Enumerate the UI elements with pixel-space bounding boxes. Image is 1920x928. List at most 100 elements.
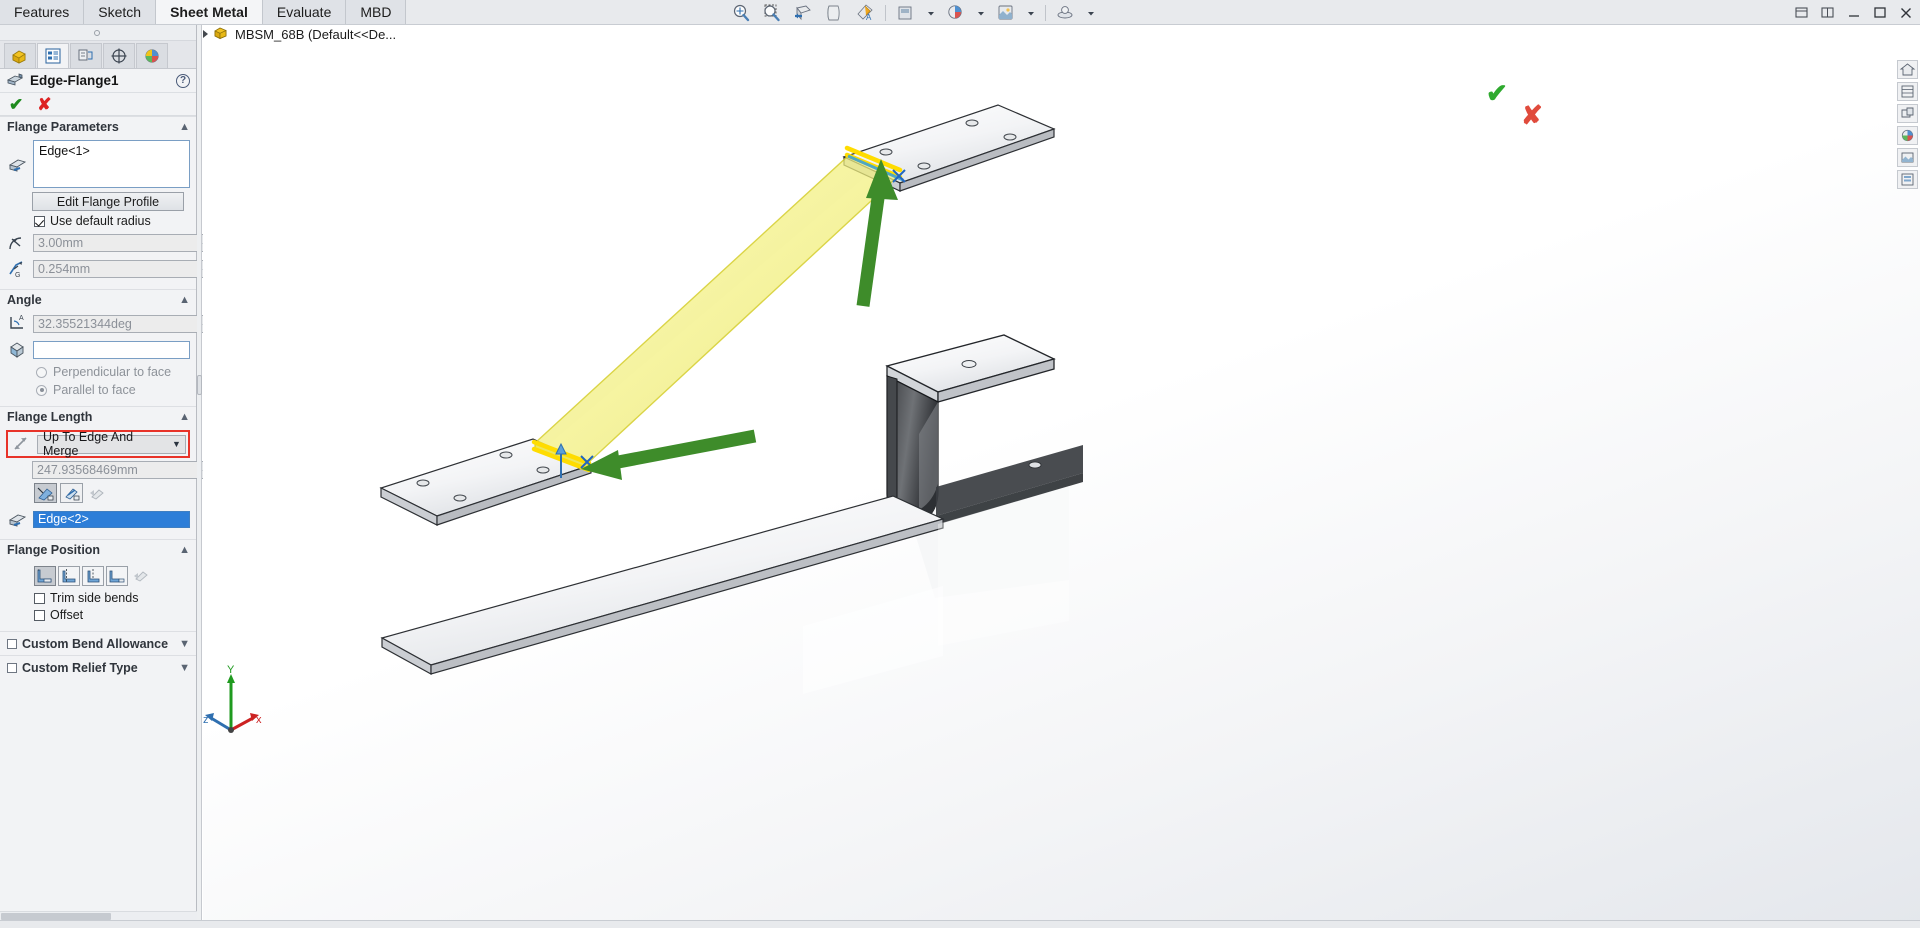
angle-row: A ▲▼ [6, 313, 237, 335]
tangent-bend-button[interactable] [86, 483, 109, 503]
flange-preview [533, 155, 899, 471]
chevron-down-icon-relief-type[interactable]: ▼ [179, 662, 190, 674]
panel-horizontal-scrollbar[interactable] [0, 911, 197, 920]
section-title-flange-length: Flange Length [7, 409, 93, 424]
parallel-to-face-label: Parallel to face [53, 383, 136, 397]
accept-button[interactable]: ✔ [9, 96, 23, 113]
edge-selection-box[interactable]: Edge<1> [33, 140, 190, 188]
view-orientation-icon[interactable] [823, 2, 845, 24]
section-header-flange-parameters[interactable]: Flange Parameters ▲ [0, 116, 196, 136]
view-orientation-home-icon[interactable] [1897, 60, 1918, 79]
section-header-custom-bend-allowance[interactable]: Custom Bend Allowance ▼ [0, 631, 196, 655]
feature-manager-tab[interactable] [4, 43, 36, 68]
restore-window-icon[interactable] [1794, 5, 1810, 21]
length-input[interactable] [33, 462, 198, 478]
use-default-radius-label: Use default radius [50, 214, 151, 228]
section-header-flange-length[interactable]: Flange Length ▲ [0, 406, 196, 426]
section-title-custom-relief-type: Custom Relief Type [22, 660, 138, 675]
cancel-button[interactable]: ✘ [37, 96, 51, 113]
zoom-to-fit-icon[interactable] [730, 2, 752, 24]
feature-tree-root-label[interactable]: MBSM_68B (Default<<De... [235, 27, 396, 42]
panel-splitter[interactable] [197, 25, 202, 928]
custom-relief-type-checkbox[interactable] [7, 662, 17, 673]
edit-appearance-icon[interactable] [945, 2, 967, 24]
feature-tree: MBSM_68B (Default<<De... [203, 24, 396, 44]
chevron-down-icon[interactable]: ▼ [168, 436, 185, 453]
end-condition-highlight: Up To Edge And Merge ▼ [6, 430, 190, 458]
view-shortcut-toolbar [1897, 60, 1918, 189]
section-body-angle: A ▲▼ [0, 309, 237, 406]
radio-perpendicular-to-face[interactable]: Perpendicular to face [36, 365, 190, 379]
zoom-to-area-icon[interactable] [761, 2, 783, 24]
radius-input[interactable] [34, 235, 199, 251]
panel-pin-icon[interactable] [94, 30, 100, 36]
material-inside-button[interactable] [34, 566, 56, 586]
hide-show-icon[interactable] [1897, 104, 1918, 123]
section-header-custom-relief-type[interactable]: Custom Relief Type ▼ [0, 655, 196, 679]
apply-scene-icon[interactable] [995, 2, 1017, 24]
length-field[interactable]: ▲▼ [32, 461, 212, 479]
splitter-grip[interactable] [197, 375, 202, 395]
split-window-icon[interactable] [1820, 5, 1836, 21]
inner-virtual-sharp-button[interactable] [60, 483, 83, 503]
tab-mbd[interactable]: MBD [346, 0, 407, 24]
angle-input[interactable] [34, 316, 199, 332]
radio-parallel-to-face[interactable]: Parallel to face [36, 383, 190, 397]
maximize-icon[interactable] [1872, 5, 1888, 21]
display-style-icon[interactable]: A [854, 2, 876, 24]
dimxpert-manager-tab[interactable] [103, 43, 135, 68]
offset-checkbox[interactable]: Offset [34, 608, 190, 622]
display-manager-tab[interactable] [136, 43, 168, 68]
configuration-manager-tab[interactable] [70, 43, 102, 68]
chevron-up-icon-angle[interactable]: ▲ [179, 294, 190, 306]
custom-bend-allowance-checkbox[interactable] [7, 638, 17, 649]
display-states-icon[interactable] [1897, 170, 1918, 189]
collapsed-triangle-icon[interactable] [203, 30, 208, 38]
scene-icon[interactable] [1897, 148, 1918, 167]
chevron-up-icon-length[interactable]: ▲ [179, 411, 190, 423]
gap-input[interactable] [34, 261, 199, 277]
appearance-dropdown-icon[interactable] [976, 2, 986, 24]
edit-flange-profile-button[interactable]: Edit Flange Profile [32, 192, 184, 211]
page-title: Edge-Flange1 [30, 73, 119, 88]
hide-show-dropdown-icon[interactable] [926, 2, 936, 24]
outer-virtual-sharp-button[interactable] [34, 483, 57, 503]
chevron-up-icon-position[interactable]: ▲ [179, 544, 190, 556]
scrollbar-thumb[interactable] [1, 913, 111, 920]
bend-outside-button[interactable] [82, 566, 104, 586]
help-icon[interactable]: ? [176, 73, 190, 88]
gap-field[interactable]: ▲▼ [33, 260, 213, 278]
close-icon[interactable] [1898, 5, 1914, 21]
origin-triad: Y x z [203, 664, 262, 733]
section-header-angle[interactable]: Angle ▲ [0, 289, 196, 309]
bend-from-virtual-sharp-button[interactable] [106, 566, 128, 586]
chevron-up-icon[interactable]: ▲ [179, 121, 190, 133]
angle-field[interactable]: ▲▼ [33, 315, 213, 333]
view-settings-dropdown-icon[interactable] [1086, 2, 1096, 24]
solidworks-window: Features Sketch Sheet Metal Evaluate MBD [0, 0, 1920, 928]
face-reference-field[interactable] [33, 341, 190, 359]
hide-show-items-icon[interactable] [895, 2, 917, 24]
chevron-down-icon-bend-allowance[interactable]: ▼ [179, 638, 190, 650]
tab-sketch[interactable]: Sketch [84, 0, 157, 24]
flange-position-buttons [34, 566, 190, 586]
use-default-radius-checkbox[interactable]: Use default radius [34, 214, 190, 228]
tangent-to-bend-button[interactable] [130, 566, 152, 586]
tab-evaluate[interactable]: Evaluate [262, 0, 347, 24]
material-outside-button[interactable] [58, 566, 80, 586]
minimize-icon[interactable] [1846, 5, 1862, 21]
length-edge-selection-box[interactable]: Edge<2> [33, 510, 190, 528]
appearances-icon[interactable] [1897, 126, 1918, 145]
tab-features[interactable]: Features [0, 0, 85, 24]
view-settings-icon[interactable] [1055, 2, 1077, 24]
graphics-area[interactable]: Y x z ✔ ✘ [203, 46, 1920, 928]
property-manager-tab[interactable] [37, 43, 69, 68]
scene-dropdown-icon[interactable] [1026, 2, 1036, 24]
trim-side-bends-checkbox[interactable]: Trim side bends [34, 591, 190, 605]
end-condition-dropdown[interactable]: Up To Edge And Merge ▼ [37, 430, 186, 458]
tab-sheet-metal[interactable]: Sheet Metal [156, 0, 263, 24]
radius-field[interactable]: ▲▼ [33, 234, 213, 252]
section-header-flange-position[interactable]: Flange Position ▲ [0, 539, 196, 559]
display-pane-icon[interactable] [1897, 82, 1918, 101]
section-view-icon[interactable] [792, 2, 814, 24]
